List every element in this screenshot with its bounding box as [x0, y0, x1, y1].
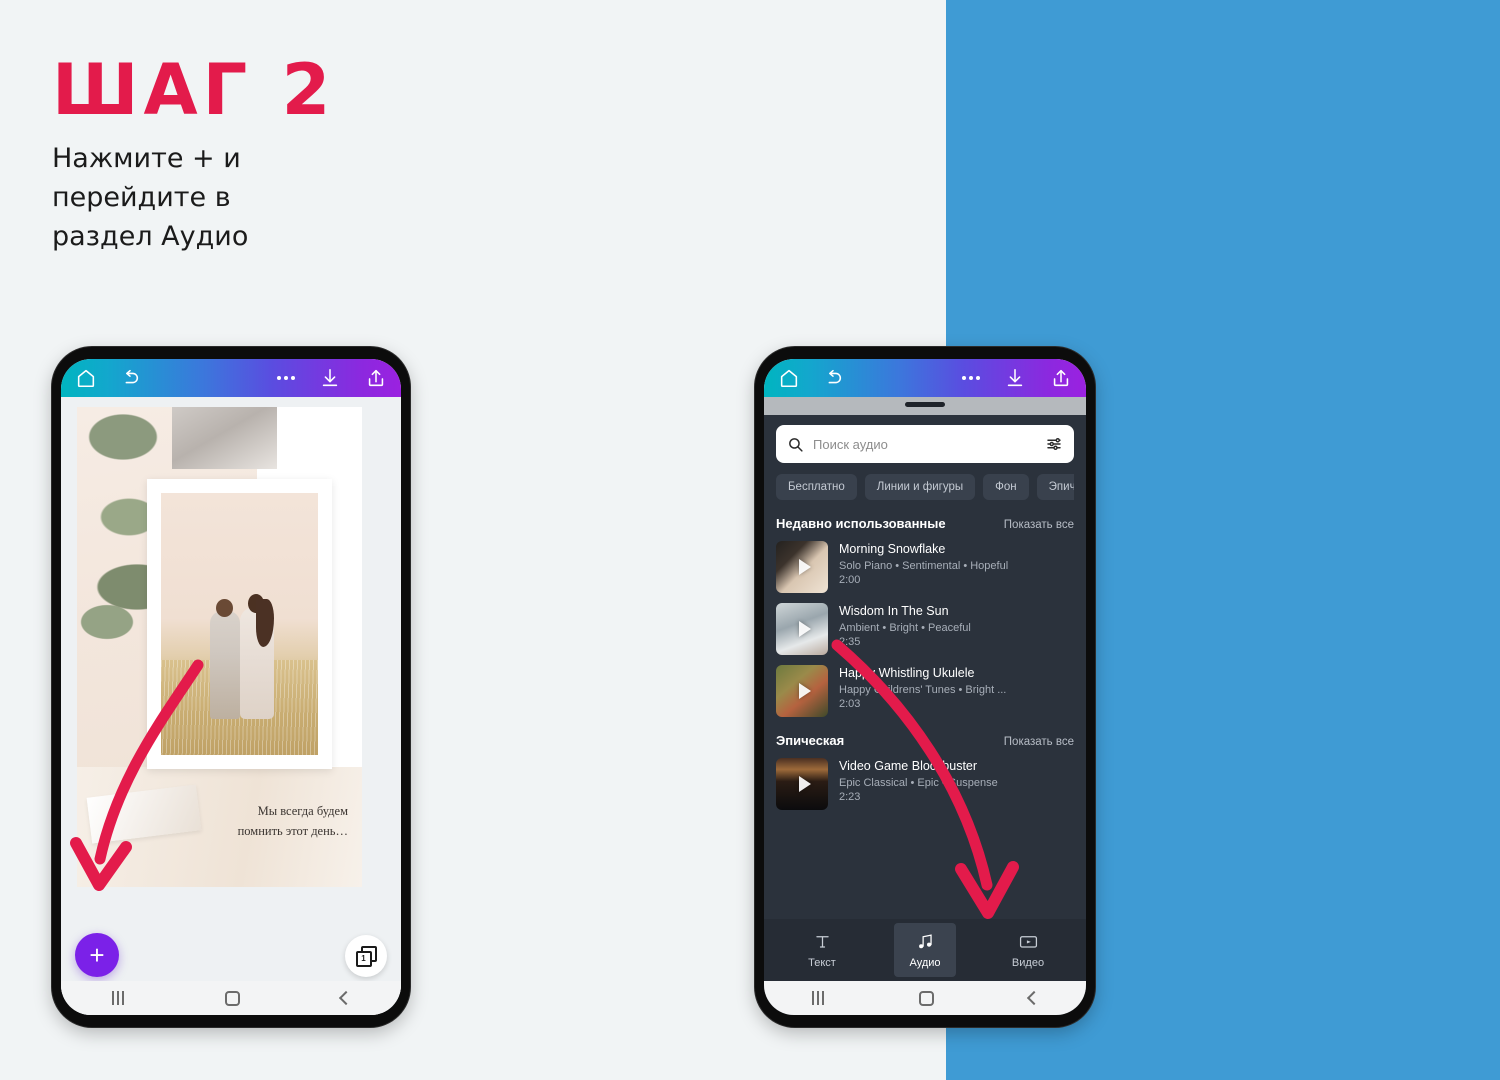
track-row[interactable]: Wisdom In The Sun Ambient • Bright • Pea…	[776, 603, 1074, 655]
back-icon[interactable]	[338, 990, 353, 1006]
home-icon[interactable]	[778, 367, 800, 389]
play-icon[interactable]	[799, 776, 811, 792]
audio-sheet-root: Бесплатно Линии и фигуры Фон Эпичес Неда…	[764, 397, 1086, 1015]
back-icon[interactable]	[1026, 990, 1041, 1006]
section-header-recent: Недавно использованные Показать все	[776, 516, 1074, 531]
headline-block: ШАГ 2 Нажмите + и перейдите в раздел Ауд…	[52, 49, 472, 256]
instruction-text: Нажмите + и перейдите в раздел Аудио	[52, 142, 249, 252]
track-duration: 2:03	[839, 698, 861, 711]
search-icon	[789, 437, 803, 452]
see-all-link[interactable]: Показать все	[1004, 736, 1074, 748]
music-note-icon	[918, 933, 932, 948]
play-icon[interactable]	[799, 621, 811, 637]
track-title: Video Game Blockbuster	[839, 759, 978, 773]
couple-figure	[204, 594, 276, 719]
home-icon[interactable]	[75, 367, 97, 389]
add-element-button[interactable]: +	[75, 933, 119, 977]
home-icon[interactable]	[224, 990, 240, 1006]
sliders-icon[interactable]	[1045, 435, 1063, 453]
tab-label: Видео	[1011, 956, 1045, 969]
tab-label: Текст	[808, 956, 836, 969]
track-meta: Ambient • Bright • Peaceful	[839, 622, 971, 635]
search-bar[interactable]	[776, 425, 1074, 463]
see-all-link[interactable]: Показать все	[1004, 519, 1074, 531]
design-canvas-area[interactable]: Мы всегда будем помнить этот день… + 1	[61, 397, 401, 1015]
tab-text[interactable]: Текст	[764, 919, 880, 981]
more-icon[interactable]	[962, 376, 980, 380]
recents-icon[interactable]	[111, 991, 124, 1005]
phone-left-screen: Мы всегда будем помнить этот день… + 1	[61, 359, 401, 1015]
filter-chip[interactable]: Эпичес	[1036, 474, 1074, 500]
home-icon[interactable]	[918, 990, 934, 1006]
tab-audio[interactable]: Аудио	[894, 923, 956, 977]
track-duration: 2:35	[839, 636, 861, 649]
video-icon	[1019, 935, 1037, 948]
track-thumbnail[interactable]	[776, 665, 828, 717]
pages-button[interactable]: 1	[345, 935, 387, 977]
tab-video[interactable]: Видео	[970, 919, 1086, 981]
filter-chip[interactable]: Фон	[983, 474, 1029, 500]
undo-icon[interactable]	[119, 367, 141, 389]
pages-count: 1	[355, 950, 372, 967]
section-title: Недавно использованные	[776, 516, 946, 531]
filter-chip[interactable]: Бесплатно	[776, 474, 857, 500]
share-icon[interactable]	[1050, 367, 1072, 389]
section-header-epic: Эпическая Показать все	[776, 733, 1074, 748]
filter-chip-row[interactable]: Бесплатно Линии и фигуры Фон Эпичес	[776, 474, 1074, 500]
track-meta: Solo Piano • Sentimental • Hopeful	[839, 560, 1009, 573]
page-title: ШАГ 2	[52, 49, 336, 131]
text-icon	[815, 935, 829, 948]
more-icon[interactable]	[277, 376, 295, 380]
section-title: Эпическая	[776, 733, 845, 748]
phone-mockup-left: Мы всегда будем помнить этот день… + 1	[52, 347, 410, 1027]
track-title: Happy Whistling Ukulele	[839, 666, 975, 680]
pages-icon: 1	[355, 945, 377, 967]
photo-frame-element[interactable]	[147, 479, 332, 769]
caption-text[interactable]: Мы всегда будем помнить этот день…	[198, 802, 348, 841]
track-title: Morning Snowflake	[839, 542, 946, 556]
track-row[interactable]: Video Game Blockbuster Epic Classical • …	[776, 758, 1074, 810]
track-thumbnail[interactable]	[776, 541, 828, 593]
track-meta: Epic Classical • Epic • Suspense	[839, 777, 998, 790]
download-icon[interactable]	[319, 367, 341, 389]
track-title: Wisdom In The Sun	[839, 604, 949, 618]
wedding-photo	[161, 493, 318, 755]
search-input[interactable]	[813, 436, 1036, 452]
phone-mockup-right: Бесплатно Линии и фигуры Фон Эпичес Неда…	[755, 347, 1095, 1027]
track-thumbnail[interactable]	[776, 603, 828, 655]
undo-icon[interactable]	[822, 367, 844, 389]
play-icon[interactable]	[799, 683, 811, 699]
plus-icon: +	[89, 940, 105, 970]
download-icon[interactable]	[1004, 367, 1026, 389]
play-icon[interactable]	[799, 559, 811, 575]
filter-chip[interactable]: Линии и фигуры	[864, 474, 976, 500]
design-page[interactable]: Мы всегда будем помнить этот день…	[77, 407, 362, 887]
android-navbar-right	[764, 981, 1086, 1015]
canva-topbar-right	[764, 359, 1086, 397]
track-thumbnail[interactable]	[776, 758, 828, 810]
share-icon[interactable]	[365, 367, 387, 389]
android-navbar-left	[61, 981, 401, 1015]
tab-label: Аудио	[909, 956, 941, 969]
phone-right-screen: Бесплатно Линии и фигуры Фон Эпичес Неда…	[764, 359, 1086, 1015]
background-photo-top	[172, 407, 277, 469]
track-row[interactable]: Happy Whistling Ukulele Happy Childrens'…	[776, 665, 1074, 717]
recents-icon[interactable]	[811, 991, 824, 1005]
track-row[interactable]: Morning Snowflake Solo Piano • Sentiment…	[776, 541, 1074, 593]
track-duration: 2:00	[839, 574, 861, 587]
screenshot-root: ШАГ 2 Нажмите + и перейдите в раздел Ауд…	[0, 0, 1500, 1080]
track-meta: Happy Childrens' Tunes • Bright ...	[839, 684, 1007, 697]
track-duration: 2:23	[839, 791, 861, 804]
canva-topbar-left	[61, 359, 401, 397]
audio-tabbar: Текст Аудио Видео	[764, 919, 1086, 981]
sheet-drag-handle[interactable]	[764, 397, 1086, 415]
